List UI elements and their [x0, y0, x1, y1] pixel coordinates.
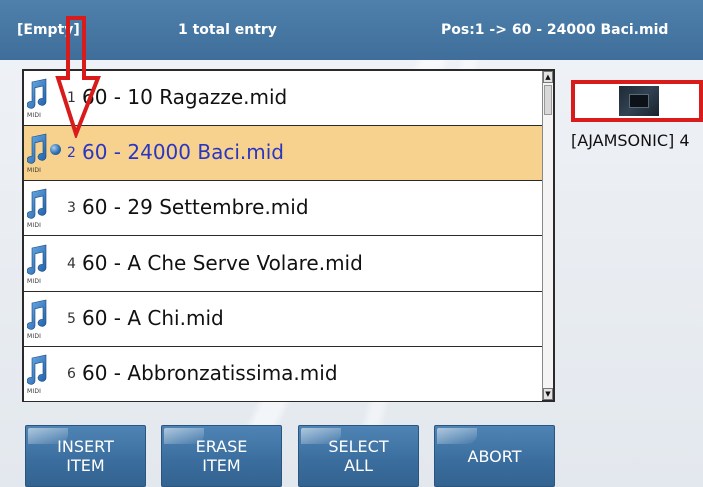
midi-note-icon: MIDI [27, 299, 47, 340]
item-number: 5 [67, 311, 76, 327]
preview-thumbnail[interactable] [571, 80, 703, 122]
item-filename: 60 - 10 Ragazze.mid [82, 85, 288, 109]
preview-label: [AJAMSONIC] 4 [571, 131, 690, 150]
midi-note-icon: MIDI [27, 244, 47, 285]
midi-tag: MIDI [27, 278, 42, 285]
item-number: 2 [67, 145, 76, 161]
midi-note-icon: MIDI [27, 133, 47, 174]
header-bar: [Empty] 1 total entry Pos:1 -> 60 - 2400… [0, 0, 703, 60]
insert-item-label: INSERT ITEM [57, 437, 114, 475]
entry-count: 1 total entry [178, 22, 277, 38]
select-all-label: SELECT ALL [328, 437, 389, 475]
keyboard-image-icon [619, 86, 659, 116]
midi-note-icon: MIDI [27, 354, 47, 395]
scroll-down-button[interactable]: ▼ [543, 388, 553, 400]
position-indicator: Pos:1 -> 60 - 24000 Baci.mid [441, 22, 669, 38]
select-all-button[interactable]: SELECT ALL [298, 425, 419, 487]
item-filename: 60 - Abbronzatissima.mid [82, 361, 338, 385]
scroll-up-button[interactable]: ▲ [543, 71, 553, 83]
midi-note-icon: MIDI [27, 188, 47, 229]
selection-marker-icon [50, 144, 61, 155]
erase-item-button[interactable]: ERASE ITEM [161, 425, 282, 487]
midi-tag: MIDI [27, 167, 42, 174]
item-filename: 60 - A Chi.mid [82, 306, 224, 330]
abort-button[interactable]: ABORT [434, 425, 555, 487]
midi-tag: MIDI [27, 388, 42, 395]
midi-tag: MIDI [27, 333, 42, 340]
abort-label: ABORT [467, 446, 522, 466]
item-number: 4 [67, 256, 76, 272]
insert-item-button[interactable]: INSERT ITEM [25, 425, 146, 487]
item-filename: 60 - 24000 Baci.mid [82, 140, 284, 164]
list-item[interactable]: MIDI 6 60 - Abbronzatissima.mid [24, 347, 542, 402]
item-filename: 60 - A Che Serve Volare.mid [82, 251, 363, 275]
list-item[interactable]: MIDI 4 60 - A Che Serve Volare.mid [24, 237, 542, 292]
erase-item-label: ERASE ITEM [195, 437, 248, 475]
midi-tag: MIDI [27, 112, 42, 119]
item-number: 3 [67, 200, 76, 216]
midi-note-icon: MIDI [27, 78, 47, 119]
item-filename: 60 - 29 Settembre.mid [82, 195, 309, 219]
scroll-thumb[interactable] [544, 85, 552, 115]
list-scrollbar[interactable]: ▲ ▼ [542, 71, 553, 400]
list-item[interactable]: MIDI 5 60 - A Chi.mid [24, 292, 542, 347]
midi-tag: MIDI [27, 222, 42, 229]
list-item[interactable]: MIDI 3 60 - 29 Settembre.mid [24, 181, 542, 236]
item-number: 6 [67, 366, 76, 382]
annotation-arrow-icon [55, 16, 101, 138]
